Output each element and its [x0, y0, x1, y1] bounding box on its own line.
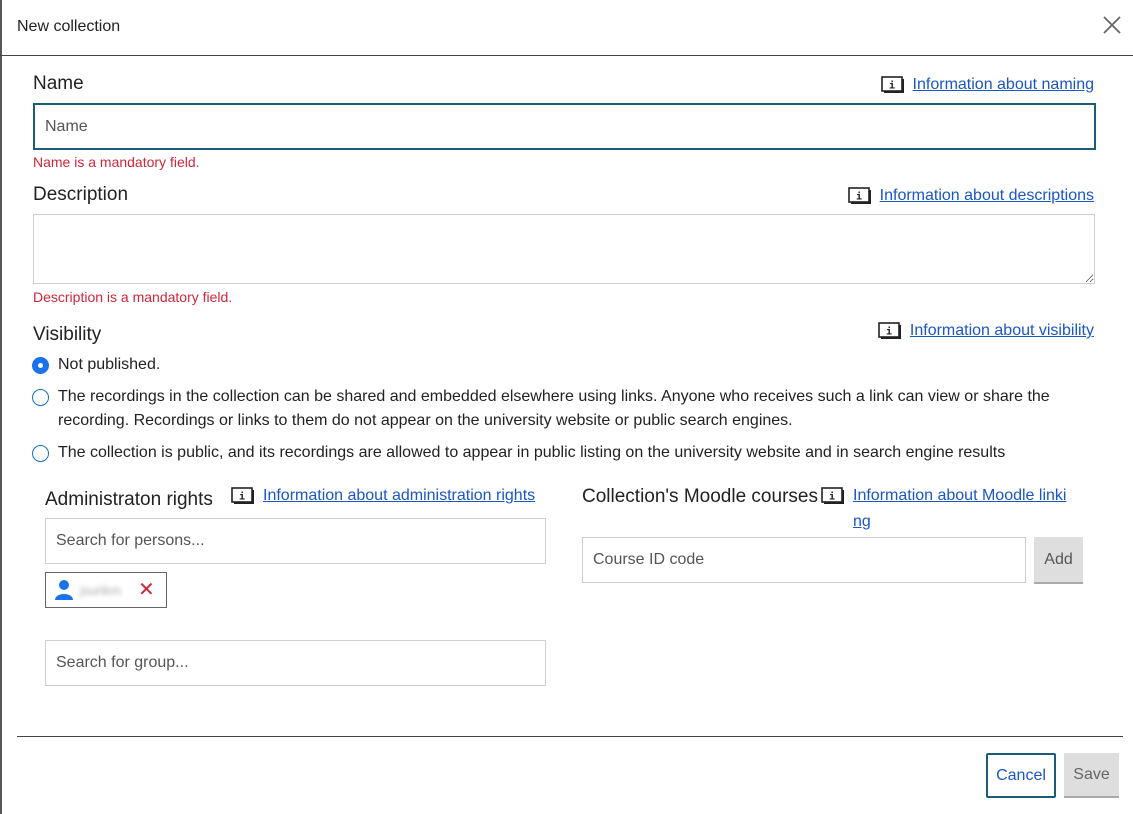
description-textarea[interactable]	[33, 214, 1095, 284]
visibility-option-label: The recordings in the collection can be …	[58, 388, 1050, 429]
person-icon	[54, 579, 74, 601]
name-input[interactable]	[33, 103, 1096, 150]
close-icon	[1103, 16, 1121, 34]
info-link-admin-rights[interactable]: i Information about administration right…	[231, 487, 535, 505]
info-link-naming-text: Information about naming	[912, 76, 1094, 93]
description-label: Description	[33, 184, 129, 205]
footer-divider	[17, 736, 1123, 737]
info-icon: i	[878, 322, 902, 340]
visibility-option-link-sharing[interactable]: The recordings in the collection can be …	[32, 385, 1092, 433]
selected-person-name: jsurikm	[80, 582, 122, 598]
visibility-option-label: The collection is public, and its record…	[58, 444, 1006, 461]
info-link-visibility-text: Information about visibility	[909, 322, 1094, 339]
info-link-moodle[interactable]: i Information about Moodle linking	[821, 487, 1076, 535]
info-link-visibility[interactable]: i Information about visibility	[878, 322, 1094, 340]
dialog-title: New collection	[17, 18, 121, 35]
info-link-descriptions[interactable]: i Information about descriptions	[847, 187, 1094, 205]
person-search-input[interactable]	[45, 518, 546, 564]
info-icon: i	[880, 76, 905, 94]
svg-text:i: i	[889, 80, 895, 92]
visibility-option-not-published[interactable]: Not published.	[32, 353, 1092, 377]
radio-button[interactable]	[32, 389, 49, 406]
info-link-admin-rights-text: Information about administration rights	[263, 487, 536, 504]
course-id-input[interactable]	[582, 537, 1026, 583]
group-search-input[interactable]	[45, 640, 546, 686]
radio-button-checked[interactable]	[32, 357, 49, 374]
cancel-button[interactable]: Cancel	[986, 753, 1056, 798]
visibility-label: Visibility	[33, 324, 102, 345]
info-icon: i	[231, 487, 255, 505]
svg-text:i: i	[886, 326, 892, 338]
remove-icon[interactable]: ✕	[138, 580, 155, 600]
visibility-option-public[interactable]: The collection is public, and its record…	[32, 441, 1092, 465]
add-course-button[interactable]: Add	[1034, 537, 1083, 584]
selected-person-chip: jsurikm ✕	[45, 572, 167, 608]
visibility-option-label: Not published.	[58, 356, 161, 373]
info-link-naming[interactable]: i Information about naming	[880, 76, 1094, 94]
moodle-courses-label: Collection's Moodle courses	[582, 486, 818, 507]
name-error: Name is a mandatory field.	[33, 154, 200, 170]
info-link-moodle-text: Information about Moodle linking	[853, 487, 1067, 530]
name-label: Name	[33, 73, 84, 94]
description-error: Description is a mandatory field.	[33, 289, 233, 305]
info-icon: i	[821, 487, 845, 505]
dialog-header: New collection	[0, 0, 1133, 56]
svg-text:i: i	[856, 191, 862, 203]
info-link-descriptions-text: Information about descriptions	[879, 187, 1094, 204]
window-edge	[0, 0, 2, 814]
admin-rights-label: Administraton rights	[45, 489, 213, 510]
svg-text:i: i	[239, 491, 245, 503]
info-icon: i	[847, 187, 872, 205]
radio-button[interactable]	[32, 445, 49, 462]
svg-text:i: i	[829, 491, 835, 503]
close-button[interactable]	[1099, 12, 1125, 38]
save-button[interactable]: Save	[1064, 753, 1119, 798]
